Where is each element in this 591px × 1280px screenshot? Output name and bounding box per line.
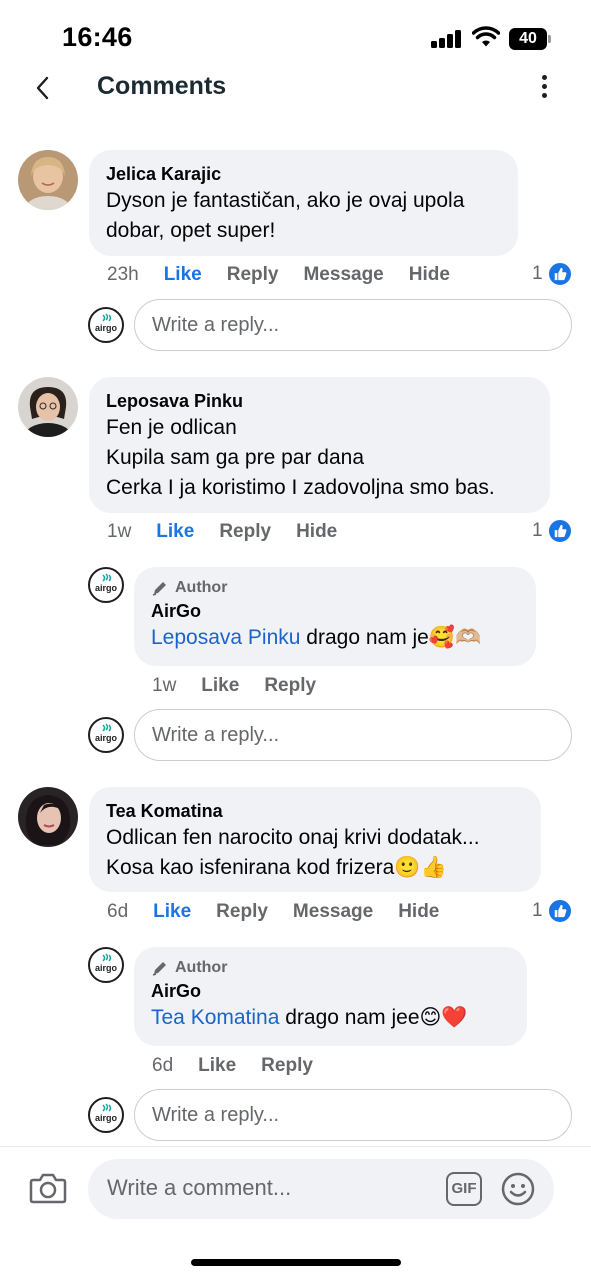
- reply-time: 6d: [152, 1055, 174, 1076]
- smiley-icon[interactable]: [500, 1171, 536, 1207]
- reply-button[interactable]: Reply: [216, 901, 268, 923]
- author-badge: Author: [151, 577, 519, 599]
- comment-actions: 6d Like Reply Message Hide: [107, 901, 439, 923]
- reply-actions: 6d Like Reply: [152, 1055, 313, 1077]
- wifi-icon: [472, 26, 500, 47]
- airgo-logo-avatar: airgo: [88, 717, 124, 753]
- like-button[interactable]: Like: [164, 264, 202, 286]
- like-button[interactable]: Like: [198, 1055, 236, 1077]
- comment-time: 6d: [107, 901, 129, 922]
- reply-input[interactable]: Write a reply...: [134, 1089, 572, 1141]
- comment-bubble[interactable]: Leposava Pinku Fen je odlican Kupila sam…: [89, 377, 550, 513]
- comment-bubble[interactable]: Tea Komatina Odlican fen narocito onaj k…: [89, 787, 541, 892]
- airgo-logo-avatar[interactable]: airgo: [88, 947, 124, 983]
- svg-text:airgo: airgo: [95, 323, 118, 333]
- airgo-logo-avatar: airgo: [88, 1097, 124, 1133]
- page-title: Comments: [97, 72, 227, 100]
- cellular-signal-icon: [431, 30, 463, 48]
- hide-button[interactable]: Hide: [398, 901, 439, 923]
- comment-text: Fen je odlican Kupila sam ga pre par dan…: [106, 416, 495, 499]
- comment-input[interactable]: Write a comment... GIF: [88, 1159, 554, 1219]
- comment-bubble[interactable]: Jelica Karajic Dyson je fantastičan, ako…: [89, 150, 518, 256]
- reply-text: Tea Komatina drago nam jee😊❤️: [151, 1003, 510, 1033]
- reply-text-body: drago nam je🥰🫶🏼: [300, 626, 482, 649]
- avatar[interactable]: [18, 787, 78, 847]
- more-vertical-icon[interactable]: [530, 72, 560, 102]
- status-bar: 16:46 40: [0, 0, 591, 70]
- reply-input[interactable]: Write a reply...: [134, 299, 572, 351]
- message-button[interactable]: Message: [303, 264, 383, 286]
- mention-link[interactable]: Tea Komatina: [151, 1006, 279, 1029]
- thumbs-up-icon: [546, 518, 573, 544]
- pencil-icon: [152, 582, 166, 596]
- like-count-value: 1: [532, 900, 543, 921]
- avatar[interactable]: [18, 150, 78, 210]
- svg-text:airgo: airgo: [95, 1113, 118, 1123]
- mention-link[interactable]: Leposava Pinku: [151, 626, 300, 649]
- message-button[interactable]: Message: [293, 901, 373, 923]
- reply-button[interactable]: Reply: [264, 675, 316, 697]
- reply-bubble[interactable]: Author AirGo Tea Komatina drago nam jee😊…: [134, 947, 527, 1046]
- like-count[interactable]: 1: [532, 518, 573, 544]
- comment-actions: 1w Like Reply Hide: [107, 521, 337, 543]
- comment-time: 23h: [107, 264, 139, 285]
- reply-button[interactable]: Reply: [219, 521, 271, 543]
- camera-icon[interactable]: [28, 1168, 68, 1208]
- battery-level: 40: [519, 30, 537, 47]
- reply-button[interactable]: Reply: [261, 1055, 313, 1077]
- like-button[interactable]: Like: [201, 675, 239, 697]
- like-button[interactable]: Like: [153, 901, 191, 923]
- like-count-value: 1: [532, 263, 543, 284]
- hide-button[interactable]: Hide: [296, 521, 337, 543]
- author-badge: Author: [151, 957, 510, 979]
- pencil-icon: [152, 962, 166, 976]
- svg-text:airgo: airgo: [95, 963, 118, 973]
- reply-button[interactable]: Reply: [227, 264, 279, 286]
- comment-author[interactable]: Leposava Pinku: [106, 389, 533, 413]
- reply-text: Leposava Pinku drago nam je🥰🫶🏼: [151, 623, 519, 653]
- reply-time: 1w: [152, 675, 177, 696]
- reply-input[interactable]: Write a reply...: [134, 709, 572, 761]
- reply-author[interactable]: AirGo: [151, 599, 519, 623]
- divider: [0, 1146, 591, 1147]
- author-badge-label: Author: [175, 959, 228, 976]
- like-count-value: 1: [532, 520, 543, 541]
- avatar[interactable]: [18, 377, 78, 437]
- author-badge-label: Author: [175, 579, 228, 596]
- gif-button[interactable]: GIF: [446, 1172, 482, 1206]
- svg-text:airgo: airgo: [95, 733, 118, 743]
- comment-text: Dyson je fantastičan, ako je ovaj upola …: [106, 189, 465, 242]
- airgo-logo-avatar: airgo: [88, 307, 124, 343]
- chevron-left-icon[interactable]: [28, 72, 60, 104]
- comment-text: Odlican fen narocito onaj krivi dodatak.…: [106, 826, 480, 879]
- svg-text:airgo: airgo: [95, 583, 118, 593]
- comment-time: 1w: [107, 521, 132, 542]
- home-indicator: [191, 1259, 401, 1266]
- hide-button[interactable]: Hide: [409, 264, 450, 286]
- battery-icon: 40: [509, 28, 551, 50]
- comment-author[interactable]: Jelica Karajic: [106, 162, 501, 186]
- like-button[interactable]: Like: [156, 521, 194, 543]
- reply-text-body: drago nam jee😊❤️: [279, 1006, 468, 1029]
- reply-bubble[interactable]: Author AirGo Leposava Pinku drago nam je…: [134, 567, 536, 666]
- status-time: 16:46: [62, 22, 133, 52]
- reply-actions: 1w Like Reply: [152, 675, 316, 697]
- like-count[interactable]: 1: [532, 261, 573, 287]
- reply-author[interactable]: AirGo: [151, 979, 510, 1003]
- like-count[interactable]: 1: [532, 898, 573, 924]
- comment-placeholder: Write a comment...: [107, 1175, 292, 1200]
- comment-actions: 23h Like Reply Message Hide: [107, 264, 450, 286]
- airgo-logo-avatar[interactable]: airgo: [88, 567, 124, 603]
- header: Comments: [0, 62, 591, 114]
- thumbs-up-icon: [546, 261, 573, 287]
- thumbs-up-icon: [546, 898, 573, 924]
- comment-author[interactable]: Tea Komatina: [106, 799, 524, 823]
